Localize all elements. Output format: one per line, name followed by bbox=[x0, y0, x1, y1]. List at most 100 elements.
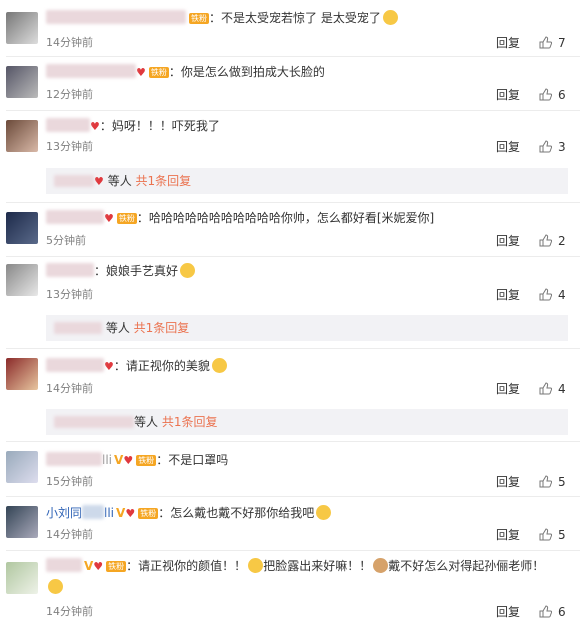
sub-reply-bar[interactable]: 等人 共1条回复 bbox=[46, 315, 568, 341]
divider bbox=[6, 348, 580, 349]
user-name[interactable]: 小刘同 bbox=[46, 506, 82, 520]
comment-text-part2: 把脸露出来好嘛！！ bbox=[263, 559, 372, 573]
fan-badge: 铁粉 bbox=[138, 508, 159, 519]
reply-button[interactable]: 回复 bbox=[496, 140, 520, 154]
comment-text: ：怎么戴也戴不好那你给我吧 bbox=[158, 506, 315, 520]
comment-time: 14分钟前 bbox=[46, 528, 93, 541]
like-button[interactable]: 2 bbox=[539, 234, 566, 248]
sub-reply-user bbox=[54, 175, 94, 187]
sub-reply-count-link[interactable]: 共1条回复 bbox=[136, 174, 192, 188]
comment-text: ：不是太受宠若惊了 是太受宠了 bbox=[209, 11, 381, 25]
comment-time: 15分钟前 bbox=[46, 475, 93, 488]
avatar[interactable] bbox=[6, 451, 38, 483]
comment-time: 14分钟前 bbox=[46, 382, 93, 395]
divider bbox=[6, 56, 580, 57]
smile-emoji-icon bbox=[211, 358, 227, 373]
doge-emoji-icon bbox=[180, 263, 196, 278]
heart-badge-icon: ♥ bbox=[136, 66, 146, 79]
user-name-suffix: lli bbox=[104, 506, 115, 520]
user-name[interactable] bbox=[46, 558, 82, 572]
divider bbox=[6, 256, 580, 257]
heart-badge-icon: ♥ bbox=[125, 507, 136, 520]
sub-reply-count-link[interactable]: 共1条回复 bbox=[162, 415, 218, 429]
comment-text: ：不是口罩吗 bbox=[156, 453, 229, 467]
like-button[interactable]: 4 bbox=[539, 288, 566, 302]
user-name[interactable] bbox=[46, 10, 186, 24]
thumbs-up-icon bbox=[539, 475, 553, 488]
heart-badge-icon: ♥ bbox=[93, 560, 104, 573]
reply-button[interactable]: 回复 bbox=[496, 528, 520, 542]
sub-reply-bar[interactable]: ♥ 等人 共1条回复 bbox=[46, 168, 568, 194]
fan-badge: 铁粉 bbox=[106, 561, 127, 572]
like-button[interactable]: 6 bbox=[539, 88, 566, 102]
avatar[interactable] bbox=[6, 12, 38, 44]
divider bbox=[6, 110, 580, 111]
user-name[interactable] bbox=[46, 118, 90, 132]
comment-text-part3: 戴不好怎么对得起孙俪老师！ bbox=[388, 559, 545, 573]
reply-button[interactable]: 回复 bbox=[496, 88, 520, 102]
avatar[interactable] bbox=[6, 264, 38, 296]
heart-badge-icon: ♥ bbox=[90, 120, 100, 133]
user-name[interactable] bbox=[46, 210, 104, 224]
heart-badge-icon: ♥ bbox=[104, 360, 114, 373]
like-button[interactable]: 7 bbox=[539, 36, 566, 50]
user-name[interactable] bbox=[46, 263, 94, 277]
like-button[interactable]: 3 bbox=[539, 140, 566, 154]
comment-time: 5分钟前 bbox=[46, 234, 86, 247]
doge-emoji-icon bbox=[48, 579, 63, 594]
avatar[interactable] bbox=[6, 506, 38, 538]
comment-text: ：你是怎么做到拍成大长脸的 bbox=[168, 65, 325, 79]
avatar[interactable] bbox=[6, 562, 38, 594]
like-button[interactable]: 5 bbox=[539, 475, 566, 489]
like-button[interactable]: 6 bbox=[539, 605, 566, 619]
like-button[interactable]: 5 bbox=[539, 528, 566, 542]
comment-text: ：娘娘手艺真好 bbox=[94, 264, 179, 278]
cat-emoji-icon bbox=[373, 558, 389, 573]
reply-button[interactable]: 回复 bbox=[496, 605, 520, 619]
user-name[interactable] bbox=[46, 452, 102, 466]
thumbs-up-icon bbox=[539, 528, 553, 541]
sub-reply-user bbox=[54, 416, 134, 428]
comment-time: 13分钟前 bbox=[46, 140, 93, 153]
comment-time: 13分钟前 bbox=[46, 288, 93, 301]
fan-badge: 铁粉 bbox=[148, 67, 169, 78]
heart-badge-icon: ♥ bbox=[123, 454, 134, 467]
avatar[interactable] bbox=[6, 212, 38, 244]
sub-reply-bar[interactable]: 等人 共1条回复 bbox=[46, 409, 568, 435]
comment-text: ：请正视你的颜值！！ bbox=[126, 559, 247, 573]
avatar[interactable] bbox=[6, 358, 38, 390]
thumbs-up-icon bbox=[539, 288, 553, 301]
reply-button[interactable]: 回复 bbox=[496, 475, 520, 489]
thumbs-up-icon bbox=[539, 88, 553, 101]
divider bbox=[6, 496, 580, 497]
like-count: 5 bbox=[558, 475, 566, 489]
heart-badge-icon: ♥ bbox=[94, 175, 104, 188]
reply-button[interactable]: 回复 bbox=[496, 234, 520, 248]
like-button[interactable]: 4 bbox=[539, 382, 566, 396]
reply-button[interactable]: 回复 bbox=[496, 288, 520, 302]
avatar[interactable] bbox=[6, 120, 38, 152]
like-count: 6 bbox=[558, 88, 566, 102]
like-count: 7 bbox=[558, 36, 566, 50]
user-name[interactable] bbox=[46, 64, 136, 78]
like-count: 3 bbox=[558, 140, 566, 154]
avatar[interactable] bbox=[6, 66, 38, 98]
like-count: 6 bbox=[558, 605, 566, 619]
verified-v-icon: V bbox=[116, 506, 126, 520]
reply-button[interactable]: 回复 bbox=[496, 36, 520, 50]
divider bbox=[6, 441, 580, 442]
user-name-suffix: lli bbox=[102, 453, 113, 467]
emoji-icon bbox=[248, 558, 264, 573]
doge-emoji-icon bbox=[382, 10, 398, 25]
thumbs-up-icon bbox=[539, 234, 553, 247]
thumbs-up-icon bbox=[539, 605, 553, 618]
sub-reply-suffix: 等人 bbox=[105, 321, 130, 335]
verified-v-icon: V bbox=[84, 559, 94, 573]
sub-reply-count-link[interactable]: 共1条回复 bbox=[134, 321, 190, 335]
thumbs-up-icon bbox=[539, 140, 553, 153]
comment-text: ：请正视你的美貌 bbox=[113, 359, 210, 373]
comment-text: ：妈呀！！！吓死我了 bbox=[99, 119, 220, 133]
user-name[interactable] bbox=[46, 358, 104, 372]
verified-v-icon: V bbox=[114, 453, 124, 467]
reply-button[interactable]: 回复 bbox=[496, 382, 520, 396]
